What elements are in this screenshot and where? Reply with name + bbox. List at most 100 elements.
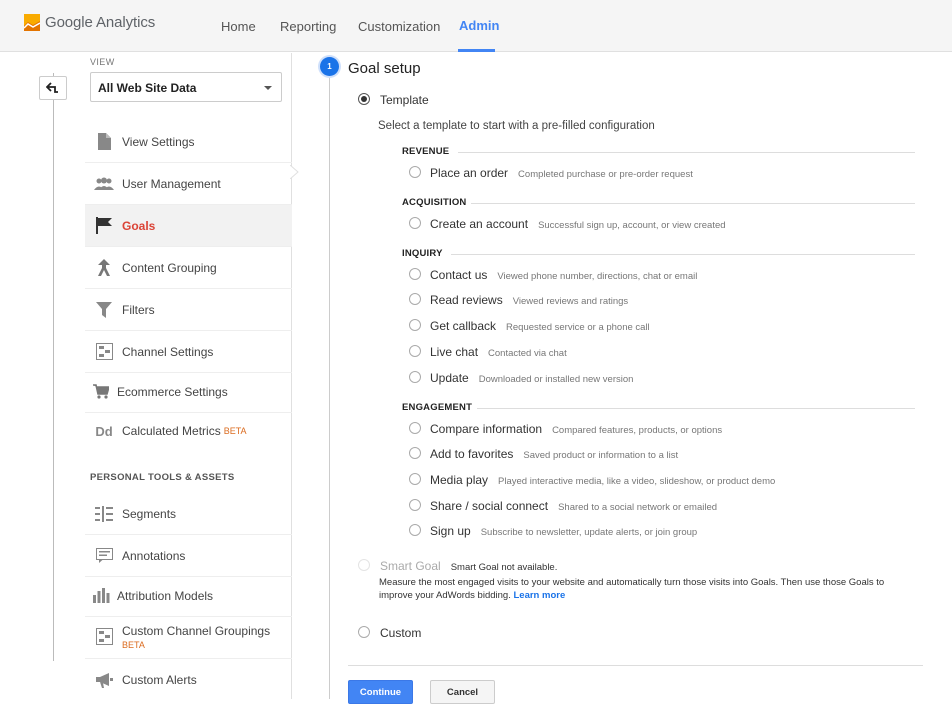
custom-radio[interactable] <box>358 626 370 638</box>
option-compare-information[interactable]: Compare information Compared features, pr… <box>430 422 722 436</box>
bar-chart-icon <box>90 587 112 605</box>
option-description: Subscribe to newsletter, update alerts, … <box>480 527 698 538</box>
view-label: VIEW <box>90 57 115 67</box>
channel-settings-icon <box>93 343 115 361</box>
radio-place-an-order[interactable] <box>409 166 421 178</box>
sidebar-item-goals[interactable]: Goals <box>85 205 292 247</box>
goal-setup-title: Goal setup <box>348 60 421 77</box>
sidebar-item-calculated-metrics[interactable]: Dd Calculated Metrics BETA <box>85 410 292 452</box>
category-acquisition: ACQUISITION <box>402 197 467 208</box>
option-sign-up[interactable]: Sign up Subscribe to newsletter, update a… <box>430 524 697 538</box>
option-create-an-account[interactable]: Create an account Successful sign up, acc… <box>430 217 726 231</box>
sidebar-item-ecommerce-settings[interactable]: Ecommerce Settings <box>85 371 292 413</box>
view-selector[interactable]: All Web Site Data <box>90 72 282 102</box>
smart-goal-option: Smart Goal Smart Goal not available. <box>380 559 557 573</box>
top-bar: Google Analytics Home Reporting Customiz… <box>0 0 952 52</box>
sidebar-item-channel-settings[interactable]: Channel Settings <box>85 331 292 373</box>
cancel-button[interactable]: Cancel <box>430 680 495 704</box>
logo-text: Google Analytics <box>45 14 156 31</box>
smart-goal-description: Measure the most engaged visits to your … <box>379 576 919 602</box>
option-label: Get callback <box>430 319 497 333</box>
option-description: Downloaded or installed new version <box>478 374 634 385</box>
option-live-chat[interactable]: Live chat Contacted via chat <box>430 345 567 359</box>
smart-goal-radio[interactable] <box>358 559 370 571</box>
google-analytics-logo[interactable]: Google Analytics <box>23 14 156 31</box>
radio-media-play[interactable] <box>409 473 421 485</box>
sidebar-item-annotations[interactable]: Annotations <box>85 535 292 577</box>
sidebar-item-view-settings[interactable]: View Settings <box>85 121 292 163</box>
sidebar-item-label: Segments <box>122 506 177 521</box>
option-share-social-connect[interactable]: Share / social connect Shared to a social… <box>430 499 717 513</box>
sidebar-item-filters[interactable]: Filters <box>85 289 292 331</box>
sidebar-item-custom-channel-groupings[interactable]: Custom Channel Groupings BETA <box>85 617 292 659</box>
sidebar-item-label: Content Grouping <box>122 260 217 275</box>
smart-goal-label: Smart Goal <box>380 559 441 573</box>
nav-active-indicator <box>458 49 495 52</box>
category-engagement: ENGAGEMENT <box>402 402 473 413</box>
sidebar-item-segments[interactable]: Segments <box>85 493 292 535</box>
option-add-to-favorites[interactable]: Add to favorites Saved product or informa… <box>430 447 678 461</box>
template-radio[interactable] <box>358 93 370 105</box>
option-label: Sign up <box>430 524 471 538</box>
sidebar-item-content-grouping[interactable]: Content Grouping <box>85 247 292 289</box>
sidebar-item-label: Goals <box>122 218 156 233</box>
option-label: Contact us <box>430 268 488 282</box>
radio-compare-information[interactable] <box>409 422 421 434</box>
radio-live-chat[interactable] <box>409 345 421 357</box>
option-description: Contacted via chat <box>488 348 567 359</box>
sidebar-item-user-management[interactable]: User Management <box>85 163 292 205</box>
custom-label: Custom <box>380 626 422 640</box>
radio-add-to-favorites[interactable] <box>409 447 421 459</box>
category-divider <box>477 408 915 409</box>
option-label: Update <box>430 371 469 385</box>
radio-update[interactable] <box>409 371 421 383</box>
option-description: Completed purchase or pre-order request <box>518 169 693 180</box>
learn-more-link[interactable]: Learn more <box>513 590 565 601</box>
option-label: Live chat <box>430 345 479 359</box>
sidebar-item-label: User Management <box>122 176 221 191</box>
smart-goal-status: Smart Goal not available. <box>450 562 558 573</box>
radio-get-callback[interactable] <box>409 319 421 331</box>
smart-goal-desc-text: Measure the most engaged visits to your … <box>379 577 885 601</box>
back-button[interactable] <box>39 76 67 100</box>
nav-customization[interactable]: Customization <box>358 19 440 34</box>
nav-admin[interactable]: Admin <box>459 18 499 33</box>
category-divider <box>471 203 915 204</box>
radio-sign-up[interactable] <box>409 524 421 536</box>
category-divider <box>458 152 915 153</box>
category-inquiry: INQUIRY <box>402 248 443 259</box>
flag-icon <box>93 217 115 235</box>
option-media-play[interactable]: Media play Played interactive media, like… <box>430 473 775 487</box>
option-description: Viewed phone number, directions, chat or… <box>497 271 698 282</box>
beta-badge: BETA <box>122 640 145 650</box>
option-update[interactable]: Update Downloaded or installed new versio… <box>430 371 633 385</box>
option-get-callback[interactable]: Get callback Requested service or a phone… <box>430 319 650 333</box>
admin-sidebar: VIEW All Web Site Data View Settings Use… <box>0 53 292 699</box>
radio-create-an-account[interactable] <box>409 217 421 229</box>
sidebar-item-attribution-models[interactable]: Attribution Models <box>85 575 292 617</box>
document-icon <box>93 133 115 151</box>
option-place-an-order[interactable]: Place an order Completed purchase or pre-… <box>430 166 693 180</box>
radio-share-social-connect[interactable] <box>409 499 421 511</box>
option-read-reviews[interactable]: Read reviews Viewed reviews and ratings <box>430 293 628 307</box>
nav-reporting[interactable]: Reporting <box>280 19 336 34</box>
template-intro: Select a template to start with a pre-fi… <box>378 120 655 132</box>
continue-button[interactable]: Continue <box>348 680 413 704</box>
channel-groupings-icon <box>93 627 115 645</box>
sidebar-item-label: Custom Channel Groupings <box>122 624 271 638</box>
sidebar-item-text: Custom Channel Groupings BETA <box>122 624 270 650</box>
option-label: Media play <box>430 473 489 487</box>
goal-setup-panel: 1 Goal setup Template Select a template … <box>293 53 952 704</box>
sidebar-item-custom-alerts[interactable]: Custom Alerts <box>85 659 292 701</box>
option-contact-us[interactable]: Contact us Viewed phone number, direction… <box>430 268 697 282</box>
radio-contact-us[interactable] <box>409 268 421 280</box>
back-arrow-icon <box>45 80 60 96</box>
sidebar-item-label: Channel Settings <box>122 344 214 359</box>
option-label: Compare information <box>430 422 543 436</box>
content-grouping-icon <box>93 259 115 277</box>
sidebar-item-label: Annotations <box>122 548 186 563</box>
nav-home[interactable]: Home <box>221 19 256 34</box>
radio-read-reviews[interactable] <box>409 293 421 305</box>
template-label: Template <box>380 93 429 107</box>
sidebar-item-label: Filters <box>122 302 155 317</box>
